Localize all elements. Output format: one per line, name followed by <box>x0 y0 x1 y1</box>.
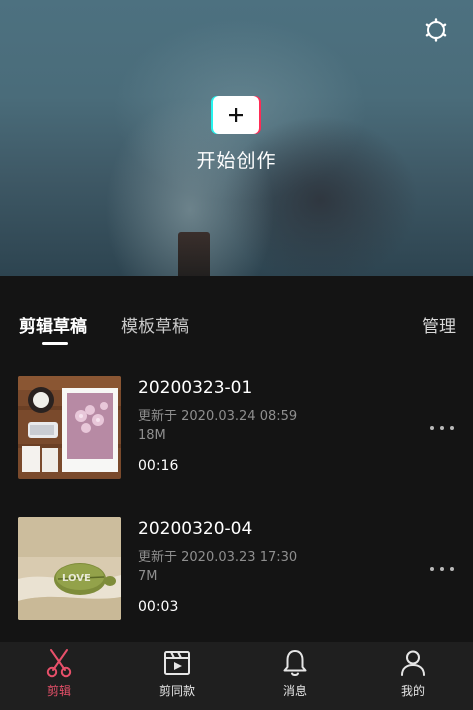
manage-button[interactable]: 管理 <box>422 312 456 337</box>
more-dot <box>450 567 454 571</box>
more-dot <box>430 567 434 571</box>
draft-list-item[interactable]: LOVE 20200320-04 更新于 2020.03.23 17:30 7M… <box>0 517 473 627</box>
draft-file-size: 18M <box>138 428 166 443</box>
draft-duration: 00:03 <box>138 599 179 615</box>
draft-title: 20200320-04 <box>138 519 253 539</box>
draft-list-item[interactable]: 20200323-01 更新于 2020.03.24 08:59 18M 00:… <box>0 376 473 486</box>
draft-thumbnail[interactable] <box>18 376 121 479</box>
draft-thumbnail[interactable]: LOVE <box>18 517 121 620</box>
person-icon <box>401 650 425 676</box>
tab-template-drafts[interactable]: 模板草稿 <box>121 312 189 337</box>
start-create-label[interactable]: 开始创作 <box>0 146 473 173</box>
draft-tabs: 剪辑草稿 模板草稿 管理 <box>0 276 473 346</box>
nav-tab-label: 我的 <box>400 684 425 698</box>
nav-tab-edit[interactable]: 剪辑 <box>0 642 118 710</box>
nav-tab-label: 剪辑 <box>46 684 71 698</box>
draft-duration: 00:16 <box>138 458 179 474</box>
plus-icon <box>229 108 243 122</box>
hero-banner: 开始创作 <box>0 0 473 276</box>
more-dot <box>440 567 444 571</box>
draft-title: 20200323-01 <box>138 378 253 398</box>
scissors-icon <box>46 649 72 678</box>
nav-tab-profile[interactable]: 我的 <box>354 642 472 710</box>
nav-tab-label: 消息 <box>282 684 307 698</box>
nav-tab-messages[interactable]: 消息 <box>236 642 354 710</box>
active-tab-indicator <box>42 342 68 345</box>
nav-tab-same-style[interactable]: 剪同款 <box>118 642 236 710</box>
bottom-tab-bar: 剪辑 剪同款 消息 我的 <box>0 642 473 710</box>
draft-file-size: 7M <box>138 569 158 584</box>
more-options-button[interactable] <box>430 424 454 432</box>
more-dot <box>450 426 454 430</box>
bell-icon <box>283 650 307 676</box>
hero-background-post <box>178 232 210 276</box>
draft-updated-time: 更新于 2020.03.24 08:59 <box>138 409 298 424</box>
settings-icon <box>425 18 447 42</box>
draft-updated-time: 更新于 2020.03.23 17:30 <box>138 550 298 565</box>
clapperboard-icon <box>164 651 190 675</box>
start-create-button[interactable] <box>213 96 259 134</box>
more-options-button[interactable] <box>430 565 454 573</box>
nav-tab-label: 剪同款 <box>158 684 195 698</box>
settings-button[interactable] <box>424 18 448 42</box>
more-dot <box>430 426 434 430</box>
tab-edit-drafts[interactable]: 剪辑草稿 <box>19 312 87 337</box>
more-dot <box>440 426 444 430</box>
svg-text:LOVE: LOVE <box>62 573 91 584</box>
